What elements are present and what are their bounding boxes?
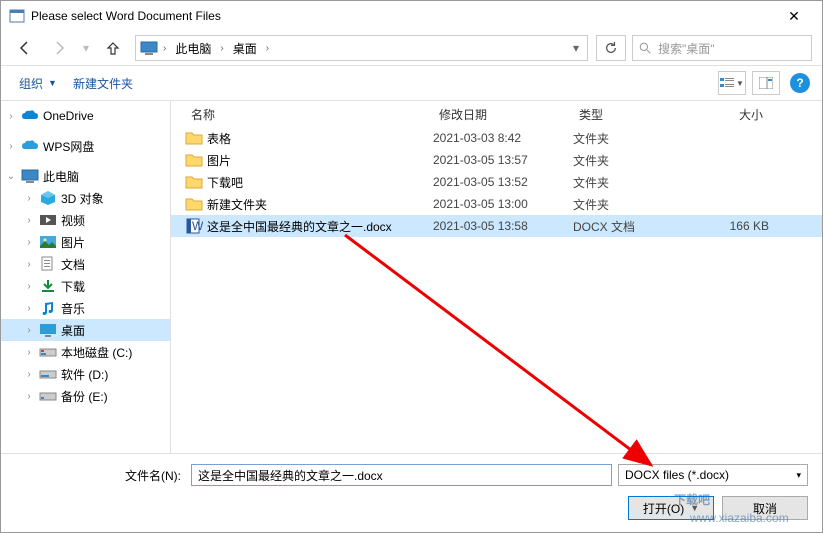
file-row[interactable]: 图片2021-03-05 13:57文件夹 [171,149,822,171]
sidebar-diske[interactable]: ›备份 (E:) [1,385,170,407]
new-folder-button[interactable]: 新建文件夹 [67,71,139,96]
filename-label: 文件名(N): [15,467,185,484]
chevron-right-icon: › [161,43,168,54]
file-type: DOCX 文档 [573,218,689,235]
cancel-button[interactable]: 取消 [722,496,808,520]
forward-button[interactable] [45,34,73,62]
file-row[interactable]: W 这是全中国最经典的文章之一.docx2021-03-05 13:58DOCX … [171,215,822,237]
file-row[interactable]: 新建文件夹2021-03-05 13:00文件夹 [171,193,822,215]
download-icon [39,278,57,294]
pc-icon [21,168,39,184]
folder-icon [185,196,203,212]
filename-input[interactable] [191,464,612,486]
documents-icon [39,256,57,272]
preview-pane-button[interactable] [752,71,780,95]
chevron-down-icon: ▾ [796,470,801,481]
cloud-icon [21,138,39,154]
sidebar-diskc[interactable]: ›本地磁盘 (C:) [1,341,170,363]
sidebar-thispc[interactable]: ⌄此电脑 [1,165,170,187]
file-type: 文件夹 [573,196,689,213]
cube-icon [39,190,57,206]
breadcrumb-thispc[interactable]: 此电脑 [171,39,215,58]
drive-icon [39,344,57,360]
desktop-icon [39,322,57,338]
breadcrumb-desktop[interactable]: 桌面 [229,39,261,58]
column-date[interactable]: 修改日期 [433,106,573,123]
file-list: 表格2021-03-03 8:42文件夹图片2021-03-05 13:57文件… [171,127,822,237]
file-name: 表格 [207,130,433,147]
file-date: 2021-03-05 13:58 [433,219,573,233]
cloud-icon [21,108,39,124]
search-input[interactable]: 搜索"桌面" [632,35,812,61]
file-type: 文件夹 [573,130,689,147]
bottom-bar: 文件名(N): DOCX files (*.docx)▾ 打开(O)▼ 取消 [1,453,822,524]
folder-icon [185,174,203,190]
file-row[interactable]: 表格2021-03-03 8:42文件夹 [171,127,822,149]
column-name[interactable]: 名称 [185,106,433,123]
nav-row: ▾ › 此电脑 › 桌面 › ▾ 搜索"桌面" [1,31,822,65]
sidebar-pictures[interactable]: ›图片 [1,231,170,253]
file-name: 图片 [207,152,433,169]
folder-icon [185,152,203,168]
svg-text:W: W [192,219,203,233]
recent-dropdown[interactable]: ▾ [79,34,93,62]
docx-icon: W [185,218,203,234]
file-name: 这是全中国最经典的文章之一.docx [207,218,433,235]
chevron-right-icon: › [218,43,225,54]
chevron-right-icon: › [264,43,271,54]
sidebar-onedrive[interactable]: ›OneDrive [1,105,170,127]
file-date: 2021-03-05 13:00 [433,197,573,211]
file-type: 文件夹 [573,152,689,169]
back-button[interactable] [11,34,39,62]
file-row[interactable]: 下载吧2021-03-05 13:52文件夹 [171,171,822,193]
drive-icon [39,388,57,404]
refresh-button[interactable] [596,35,626,61]
filetype-filter[interactable]: DOCX files (*.docx)▾ [618,464,808,486]
pictures-icon [39,234,57,250]
sidebar-desktop[interactable]: ›桌面 [1,319,170,341]
column-size[interactable]: 大小 [689,106,769,123]
pc-icon [140,40,158,56]
up-button[interactable] [99,34,127,62]
column-headers: 名称 修改日期 类型 大小 [171,101,822,127]
window-title: Please select Word Document Files [31,9,221,23]
sidebar-videos[interactable]: ›视频 [1,209,170,231]
close-button[interactable]: ✕ [774,1,814,31]
toolbar: 组织▼ 新建文件夹 ▼ ? [1,65,822,101]
search-placeholder: 搜索"桌面" [658,40,715,57]
search-icon [639,42,652,55]
address-bar[interactable]: › 此电脑 › 桌面 › ▾ [135,35,588,61]
file-size: 166 KB [689,219,769,233]
sidebar-documents[interactable]: ›文档 [1,253,170,275]
video-icon [39,212,57,228]
file-name: 下载吧 [207,174,433,191]
help-button[interactable]: ? [790,73,810,93]
sidebar-music[interactable]: ›音乐 [1,297,170,319]
file-type: 文件夹 [573,174,689,191]
column-type[interactable]: 类型 [573,106,689,123]
file-name: 新建文件夹 [207,196,433,213]
music-icon [39,300,57,316]
sidebar-wps[interactable]: ›WPS网盘 [1,135,170,157]
file-date: 2021-03-05 13:57 [433,153,573,167]
file-date: 2021-03-03 8:42 [433,131,573,145]
folder-icon [185,130,203,146]
titlebar: Please select Word Document Files ✕ [1,1,822,31]
sidebar-3dobjects[interactable]: ›3D 对象 [1,187,170,209]
file-list-pane: 名称 修改日期 类型 大小 表格2021-03-03 8:42文件夹图片2021… [171,101,822,453]
split-dropdown-icon[interactable]: ▼ [690,503,699,513]
sidebar: ›OneDrive ›WPS网盘 ⌄此电脑 ›3D 对象 ›视频 ›图片 ›文档… [1,101,171,453]
app-icon [9,8,25,24]
sidebar-downloads[interactable]: ›下载 [1,275,170,297]
address-dropdown-icon[interactable]: ▾ [569,41,583,55]
drive-icon [39,366,57,382]
sidebar-diskd[interactable]: ›软件 (D:) [1,363,170,385]
view-options-button[interactable]: ▼ [718,71,746,95]
organize-menu[interactable]: 组织▼ [13,71,63,96]
open-button[interactable]: 打开(O)▼ [628,496,714,520]
file-date: 2021-03-05 13:52 [433,175,573,189]
